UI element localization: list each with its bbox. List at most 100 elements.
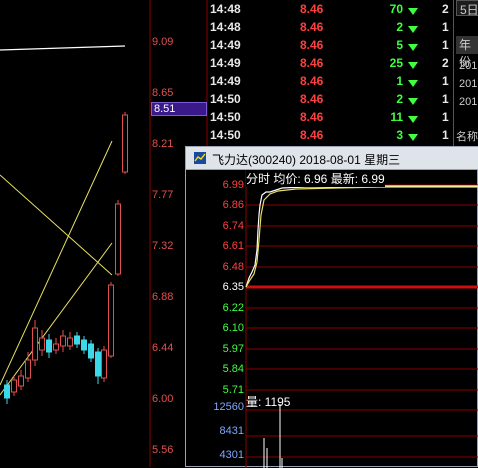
- trade-volume: 2: [396, 92, 403, 106]
- popup-price-label: 6.99: [222, 179, 244, 191]
- candle-body: [46, 339, 52, 353]
- trade-volume: 11: [390, 110, 403, 124]
- down-arrow-icon: [408, 62, 418, 69]
- year-item[interactable]: 201: [459, 78, 477, 90]
- trade-list: 14:48 8.46 70 2 14:48 8.46 2 1 14:49 8.4…: [208, 0, 453, 146]
- trade-time: 14:48: [210, 2, 241, 16]
- trade-row[interactable]: 14:50 8.46 3 1: [208, 128, 453, 146]
- trade-price: 8.46: [300, 56, 324, 70]
- popup-price-label: 6.74: [222, 220, 244, 232]
- trade-extra: 1: [442, 110, 449, 124]
- trade-row[interactable]: 14:49 8.46 1 1: [208, 74, 453, 92]
- candle-body: [115, 203, 121, 275]
- candle-body: [101, 349, 107, 379]
- trade-volume: 1: [396, 74, 403, 88]
- year-item[interactable]: 201: [459, 96, 477, 108]
- candle-body: [60, 335, 66, 347]
- trade-time: 14:50: [210, 128, 241, 142]
- trade-volume: 3: [396, 128, 403, 142]
- popup-price-label: 5.84: [222, 363, 244, 375]
- trade-price: 8.46: [300, 2, 324, 16]
- candles: [4, 112, 128, 404]
- candle-body: [25, 359, 31, 379]
- volume-axis-label: 12560: [213, 401, 244, 413]
- trade-volume: 70: [389, 2, 403, 16]
- down-arrow-icon: [408, 116, 418, 123]
- trade-time: 14:49: [210, 74, 241, 88]
- trade-row[interactable]: 14:49 8.46 25 2: [208, 56, 453, 74]
- trade-time: 14:48: [210, 20, 241, 34]
- trade-time: 14:49: [210, 38, 241, 52]
- candle-body: [67, 337, 73, 347]
- down-arrow-icon: [408, 8, 418, 15]
- trade-extra: 2: [442, 56, 449, 70]
- popup-price-label: 6.86: [222, 199, 244, 211]
- candle-body: [95, 351, 101, 377]
- candle-body: [81, 339, 87, 351]
- candle-body: [88, 343, 94, 359]
- right-panel: 5日 年份 201 201 201 名称: [453, 0, 478, 146]
- trade-price: 8.46: [300, 38, 324, 52]
- down-arrow-icon: [408, 44, 418, 51]
- trade-row[interactable]: 14:48 8.46 2 1: [208, 20, 453, 38]
- candle-body: [108, 284, 114, 357]
- candle-body: [11, 379, 17, 393]
- down-arrow-icon: [408, 26, 418, 33]
- trend-line: [0, 174, 113, 276]
- candle-body: [122, 114, 128, 173]
- price-axis-label: 8.65: [152, 87, 174, 99]
- price-axis-label: 9.09: [152, 36, 174, 48]
- popup-price-label: 6.10: [222, 322, 244, 334]
- trade-volume: 25: [389, 56, 403, 70]
- trade-row[interactable]: 14:50 8.46 11 1: [208, 110, 453, 128]
- candle-body: [18, 375, 24, 387]
- candle-body: [32, 327, 38, 361]
- candle-body: [74, 335, 80, 345]
- popup-price-label: 5.97: [222, 343, 244, 355]
- popup-info-bar: 分时 均价: 6.96 最新: 6.99: [246, 170, 385, 187]
- intraday-chart: [245, 170, 478, 468]
- candle-body: [4, 384, 10, 399]
- trade-volume: 2: [396, 20, 403, 34]
- trade-extra: 1: [442, 128, 449, 142]
- candle-body: [39, 337, 45, 351]
- down-arrow-icon: [408, 98, 418, 105]
- popup-title: 飞力达(300240) 2018-08-01 星期三: [212, 153, 401, 167]
- popup-price-label: 6.48: [222, 261, 244, 273]
- trade-time: 14:49: [210, 56, 241, 70]
- trade-price: 8.46: [300, 74, 324, 88]
- name-label: 名称: [456, 131, 478, 143]
- trade-row[interactable]: 14:49 8.46 5 1: [208, 38, 453, 56]
- down-arrow-icon: [408, 134, 418, 141]
- trade-extra: 1: [442, 92, 449, 106]
- trade-extra: 1: [442, 74, 449, 88]
- chart-app-icon: [194, 152, 206, 164]
- volume-axis-label: 4301: [219, 449, 244, 461]
- average-line: [245, 186, 478, 288]
- ma-line: [0, 45, 126, 51]
- popup-price-label: 6.22: [222, 302, 244, 314]
- trade-volume: 5: [396, 38, 403, 52]
- trade-time: 14:50: [210, 92, 241, 106]
- popup-title-bar[interactable]: 飞力达(300240) 2018-08-01 星期三: [186, 147, 478, 170]
- tab-5day[interactable]: 5日: [456, 0, 478, 17]
- trade-price: 8.46: [300, 128, 324, 142]
- current-price-tag: 8.51: [151, 102, 207, 116]
- trade-price: 8.46: [300, 110, 324, 124]
- year-item[interactable]: 201: [459, 60, 477, 72]
- trade-price: 8.46: [300, 20, 324, 34]
- intraday-popup-window[interactable]: 飞力达(300240) 2018-08-01 星期三 分时 均价: 6.96 最…: [185, 146, 478, 468]
- popup-price-label: 6.35: [222, 281, 244, 293]
- volume-axis-label: 8431: [219, 425, 244, 437]
- volume-title: 量: 1195: [246, 395, 291, 409]
- candle-body: [53, 343, 59, 351]
- trade-extra: 2: [442, 2, 449, 16]
- price-line: [245, 185, 478, 288]
- popup-price-label: 6.61: [222, 240, 244, 252]
- down-arrow-icon: [408, 80, 418, 87]
- year-column-header[interactable]: 年份: [456, 36, 478, 69]
- trade-row[interactable]: 14:50 8.46 2 1: [208, 92, 453, 110]
- trade-row[interactable]: 14:48 8.46 70 2: [208, 2, 453, 20]
- trade-extra: 1: [442, 20, 449, 34]
- trade-time: 14:50: [210, 110, 241, 124]
